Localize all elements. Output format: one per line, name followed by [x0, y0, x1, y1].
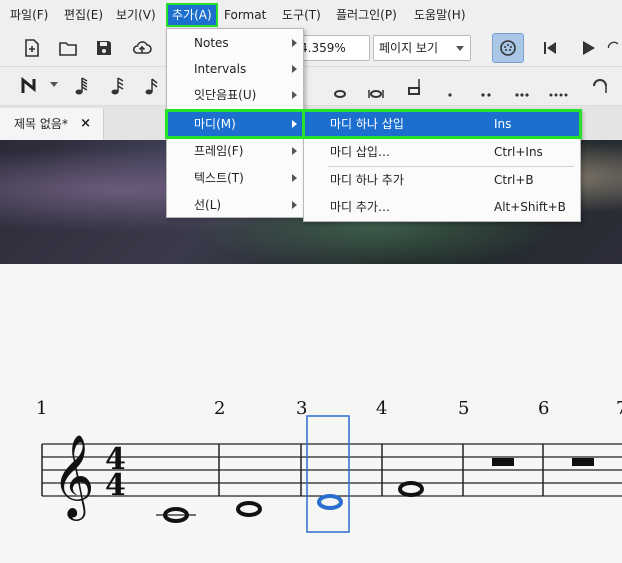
- tie-icon: [593, 79, 607, 93]
- folder-icon: [59, 42, 77, 56]
- note-input-toolbar: [0, 67, 622, 106]
- duration-whole-button[interactable]: [326, 77, 354, 105]
- rewind-button[interactable]: [536, 34, 564, 62]
- menu-item-intervals[interactable]: Intervals: [167, 56, 303, 82]
- chevron-right-icon: [292, 201, 297, 209]
- menu-edit[interactable]: 편집(E): [60, 5, 107, 25]
- loop-icon: [607, 41, 619, 49]
- chevron-right-icon: [292, 91, 297, 99]
- add-menu: Notes Intervals 잇단음표(U) 마디(M) 프레임(F) 텍스트…: [165, 28, 305, 218]
- duration-breve-button[interactable]: [362, 77, 390, 105]
- view-mode-value: 페이지 보기: [379, 41, 439, 55]
- menu-item-frames[interactable]: 프레임(F): [167, 138, 303, 164]
- skip-back-icon: [544, 42, 556, 54]
- menu-add[interactable]: 추가(A): [166, 3, 218, 27]
- note-input-mode-button[interactable]: [16, 72, 44, 100]
- menu-item-text[interactable]: 텍스트(T): [167, 165, 303, 191]
- midi-input-button[interactable]: [492, 33, 524, 63]
- chevron-down-icon: [50, 82, 58, 87]
- open-button[interactable]: [54, 34, 82, 62]
- selection-box: [306, 415, 350, 533]
- double-dot-button[interactable]: [472, 77, 500, 105]
- tie-button[interactable]: [586, 72, 614, 100]
- save-icon: [97, 41, 111, 55]
- menu-help[interactable]: 도움말(H): [410, 5, 470, 25]
- play-button[interactable]: [574, 34, 602, 62]
- shortcut-label: Alt+Shift+B: [494, 200, 566, 214]
- duration-longa-button[interactable]: [400, 72, 428, 100]
- duration-64th-button[interactable]: [68, 72, 96, 100]
- zoom-combo[interactable]: 4.359%: [300, 35, 370, 61]
- duration-32nd-button[interactable]: [104, 72, 132, 100]
- double-dot-icon: [481, 93, 491, 97]
- dot-icon: [448, 93, 452, 97]
- chevron-right-icon: [292, 39, 297, 47]
- document-tab[interactable]: 제목 없음* ×: [0, 108, 104, 140]
- menu-view[interactable]: 보기(V): [112, 5, 160, 25]
- menu-item-tuplets[interactable]: 잇단음표(U): [167, 82, 303, 108]
- augmentation-dot-button[interactable]: [436, 77, 464, 105]
- chevron-right-icon: [292, 65, 297, 73]
- menu-item-insert-one-measure[interactable]: 마디 하나 삽입 Ins: [302, 109, 582, 139]
- chevron-down-icon: [456, 46, 464, 51]
- shortcut-label: Ctrl+B: [494, 173, 534, 187]
- close-icon[interactable]: ×: [80, 108, 91, 140]
- new-file-icon: [25, 39, 39, 57]
- whole-note-d4[interactable]: [236, 501, 262, 517]
- whole-rest[interactable]: [492, 458, 514, 466]
- menu-file[interactable]: 파일(F): [6, 5, 52, 25]
- triple-dot-icon: [515, 93, 529, 97]
- sixteenth-note-icon: [145, 78, 158, 95]
- menu-item-measures[interactable]: 마디(M): [165, 109, 305, 139]
- zoom-value: 4.359%: [300, 41, 346, 55]
- menu-format[interactable]: Format: [220, 5, 270, 25]
- tab-title: 제목 없음*: [14, 117, 68, 131]
- note-input-icon: [21, 76, 36, 93]
- menu-bar: 파일(F) 편집(E) 보기(V) 추가(A) Format 도구(T) 플러그…: [0, 0, 622, 30]
- upload-button[interactable]: [128, 34, 156, 62]
- whole-note-e4-selected[interactable]: [317, 494, 343, 510]
- save-button[interactable]: [90, 34, 118, 62]
- shortcut-label: Ctrl+Ins: [494, 145, 543, 159]
- menu-tools[interactable]: 도구(T): [278, 5, 325, 25]
- menu-item-insert-measures[interactable]: 마디 삽입… Ctrl+Ins: [304, 139, 580, 165]
- file-toolbar: 4.359% 페이지 보기: [0, 30, 622, 67]
- new-score-button[interactable]: [18, 34, 46, 62]
- view-mode-select[interactable]: 페이지 보기: [373, 35, 471, 61]
- menu-item-append-measures[interactable]: 마디 추가… Alt+Shift+B: [304, 194, 580, 220]
- measures-submenu: 마디 하나 삽입 Ins 마디 삽입… Ctrl+Ins 마디 하나 추가 Ct…: [302, 109, 582, 222]
- thirty-second-note-icon: [111, 77, 124, 95]
- duration-16th-button[interactable]: [140, 72, 164, 100]
- menu-item-append-one-measure[interactable]: 마디 하나 추가 Ctrl+B: [304, 167, 580, 193]
- loop-button[interactable]: [606, 34, 622, 62]
- triple-dot-button[interactable]: [508, 77, 536, 105]
- quadruple-dot-icon: [549, 93, 568, 97]
- shortcut-label: Ins: [494, 117, 512, 131]
- cloud-upload-icon: [132, 41, 152, 54]
- midi-icon: [500, 40, 516, 56]
- score-canvas[interactable]: 1 2 3 4 5 6 7 𝄞 4 4: [0, 264, 622, 563]
- whole-rest[interactable]: [572, 458, 594, 466]
- longa-note-icon: [408, 79, 420, 95]
- whole-note-g4[interactable]: [398, 481, 424, 497]
- breve-note-icon: [368, 90, 384, 98]
- treble-clef: 𝄞: [52, 433, 95, 521]
- chevron-right-icon: [292, 147, 297, 155]
- menu-item-notes[interactable]: Notes: [167, 30, 303, 56]
- chevron-right-icon: [292, 174, 297, 182]
- menu-plugins[interactable]: 플러그인(P): [332, 5, 401, 25]
- staff: 𝄞 4 4: [41, 415, 622, 533]
- quadruple-dot-button[interactable]: [544, 77, 572, 105]
- sixty-fourth-note-icon: [75, 77, 88, 95]
- chevron-right-icon: [292, 120, 297, 128]
- whole-note-icon: [334, 90, 346, 98]
- play-icon: [583, 41, 595, 55]
- menu-item-lines[interactable]: 선(L): [167, 192, 303, 218]
- time-signature-bottom: 4: [105, 468, 126, 503]
